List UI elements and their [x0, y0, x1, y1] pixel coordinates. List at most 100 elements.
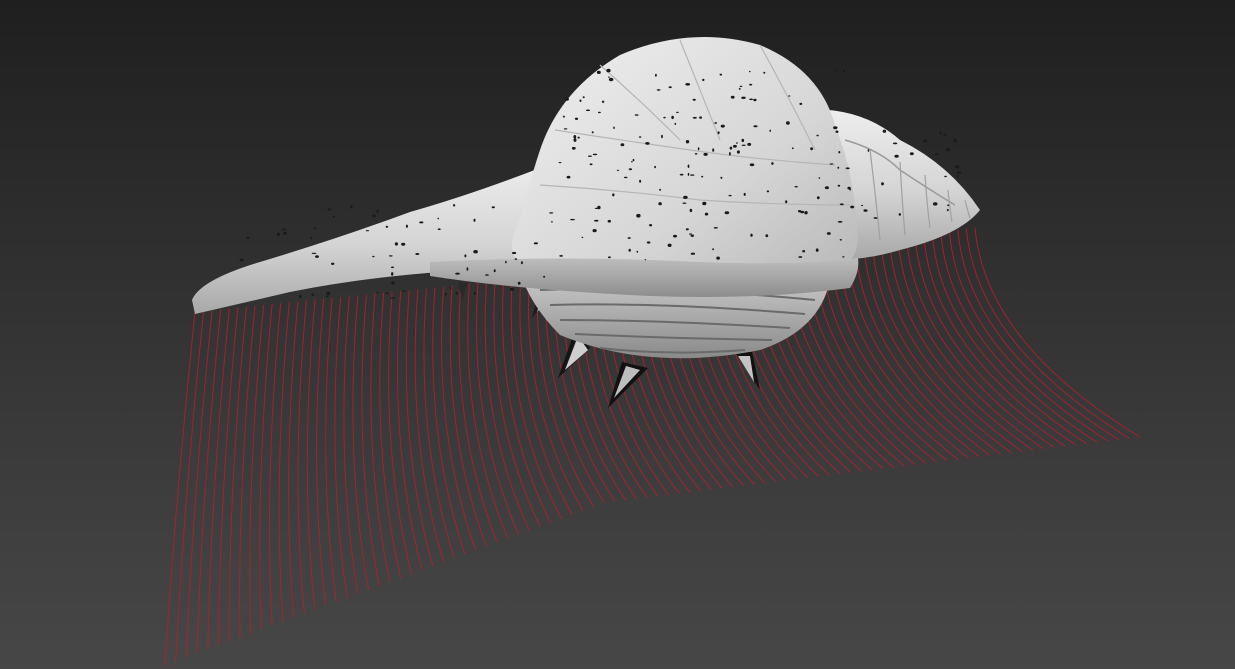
shell-speck [331, 262, 335, 265]
shell-speck [955, 165, 960, 169]
shell-speck [313, 227, 317, 230]
shell-speck [720, 124, 725, 128]
shell-speck [689, 208, 693, 213]
shell-speck [753, 98, 757, 102]
shell-speck [608, 76, 610, 78]
shell-speck [953, 138, 957, 143]
shell-speck [365, 230, 370, 232]
shell-speck [786, 121, 790, 125]
shell-speck [566, 175, 571, 179]
shell-speck [736, 150, 740, 154]
shell-speck [839, 203, 844, 206]
shell-speck [514, 258, 518, 260]
shell-speck [473, 218, 476, 222]
hair-strand [334, 297, 348, 598]
shell-speck [894, 154, 899, 158]
shell-speck [485, 274, 489, 276]
shell-speck [838, 151, 841, 154]
shell-speck [892, 142, 898, 145]
hair-strand [316, 298, 327, 606]
shell-speck [570, 218, 575, 221]
hair-strand [475, 282, 520, 535]
shell-speck [391, 281, 395, 285]
shell-speck [520, 261, 523, 265]
shell-speck [661, 134, 663, 139]
shell-speck [668, 86, 672, 89]
shell-speck [720, 176, 723, 179]
shell-speck [563, 128, 568, 130]
shell-speck [655, 73, 657, 77]
shell-speck [673, 234, 677, 238]
shell-speck [765, 234, 769, 238]
shell-speck [550, 221, 553, 223]
shell-speck [685, 83, 691, 86]
shell-speck [663, 116, 666, 119]
shell-speck [682, 202, 687, 204]
shell-speck [703, 152, 708, 156]
shell-speck [310, 237, 313, 240]
hair-strand [207, 308, 230, 650]
shell-speck [574, 117, 579, 121]
shell-speck [350, 205, 353, 209]
shell-speck [533, 242, 539, 245]
shell-speck [437, 217, 440, 220]
shell-speck [623, 176, 628, 179]
shell-speck [597, 205, 601, 210]
shell-speck [638, 136, 642, 138]
shell-speck [239, 258, 244, 262]
3d-viewport[interactable] [0, 0, 1235, 669]
shell-speck [571, 146, 576, 150]
shell-speck [591, 131, 594, 134]
shell-speck [923, 139, 927, 143]
hair-strand [423, 288, 455, 559]
shell-speck [390, 297, 396, 299]
hair-strand [268, 303, 282, 626]
shell-speck [716, 256, 720, 260]
shell-speck [749, 83, 753, 86]
shell-speck [326, 291, 331, 296]
shell-speck [834, 69, 837, 72]
shell-speck [573, 138, 577, 142]
shell-speck [945, 148, 951, 152]
shell-speck [873, 217, 878, 219]
shell-speck [455, 272, 460, 275]
shell-speck [402, 290, 407, 292]
shell-speck [944, 175, 947, 178]
shell-speck [867, 149, 870, 152]
shell-speck [697, 147, 700, 151]
shell-speck [594, 219, 599, 222]
shell-speck [511, 251, 517, 255]
shell-speck [909, 152, 914, 156]
hair-strand [288, 301, 299, 618]
shell-speck [607, 256, 611, 259]
shell-speck [327, 208, 332, 211]
shell-speck [679, 173, 684, 176]
shell-speck [701, 175, 704, 178]
shell-speck [719, 73, 723, 76]
shell-speck [943, 133, 948, 136]
shell-speck [798, 256, 803, 258]
shell-speck [612, 193, 615, 197]
shell-speck [956, 174, 959, 178]
shell-speck [620, 143, 625, 147]
shell-speck [632, 158, 635, 162]
shell-speck [861, 204, 864, 207]
shell-speck [799, 102, 803, 105]
shell-speck [714, 122, 718, 124]
shell-speck [636, 213, 641, 218]
shell-speck [315, 255, 319, 258]
shell-speck [939, 131, 942, 135]
shell-speck [847, 186, 851, 190]
viewport-scene[interactable] [0, 0, 1235, 669]
hair-strand [854, 241, 991, 456]
shell-speck [699, 116, 702, 119]
shell-speck [713, 227, 718, 229]
shell-speck [559, 255, 563, 257]
shell-speck [659, 188, 661, 191]
shell-speck [732, 144, 737, 148]
shell-speck [835, 130, 839, 133]
shell-speck [509, 287, 515, 291]
shell-speck [785, 200, 788, 204]
shell-speck [771, 162, 774, 165]
shell-speck [311, 252, 317, 254]
